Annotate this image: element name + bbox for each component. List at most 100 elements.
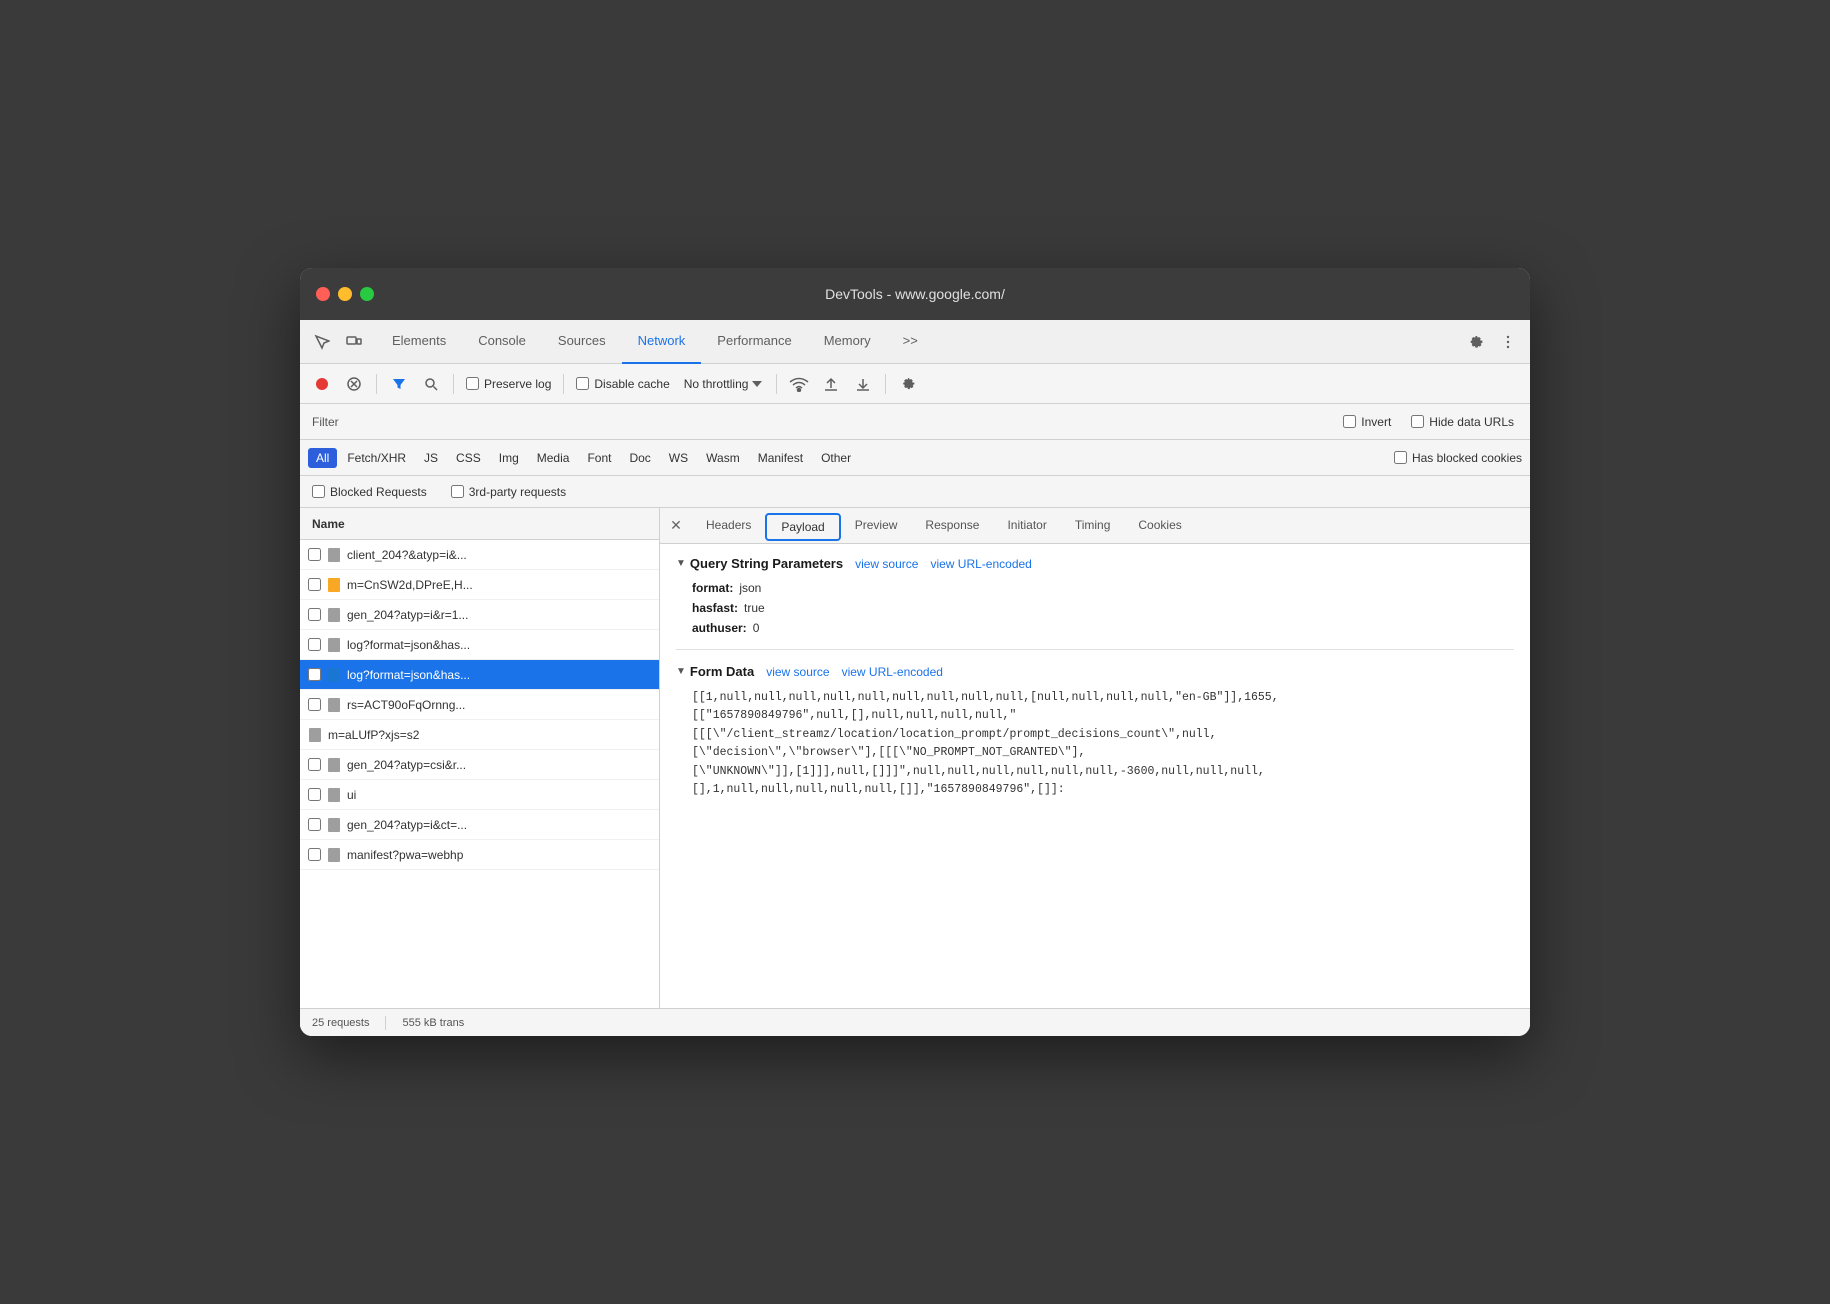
- request-count: 25 requests: [312, 1017, 369, 1029]
- network-item[interactable]: gen_204?atyp=i&r=1...: [300, 600, 659, 630]
- maximize-button[interactable]: [360, 287, 374, 301]
- network-settings-button[interactable]: [894, 370, 922, 398]
- resource-css-button[interactable]: CSS: [448, 448, 489, 468]
- doc-icon: [327, 668, 341, 682]
- status-divider: [385, 1016, 386, 1030]
- resource-doc-button[interactable]: Doc: [621, 448, 658, 468]
- resource-font-button[interactable]: Font: [579, 448, 619, 468]
- tab-payload[interactable]: Payload: [765, 513, 840, 541]
- search-button[interactable]: [417, 370, 445, 398]
- hide-data-urls-checkbox[interactable]: [1411, 415, 1424, 428]
- throttle-select[interactable]: No throttling: [678, 375, 769, 393]
- network-item[interactable]: rs=ACT90oFqOrnng...: [300, 690, 659, 720]
- resource-ws-button[interactable]: WS: [661, 448, 696, 468]
- disable-cache-label[interactable]: Disable cache: [572, 377, 673, 391]
- inspect-element-button[interactable]: [308, 328, 336, 356]
- resource-js-button[interactable]: JS: [416, 448, 446, 468]
- network-item[interactable]: gen_204?atyp=csi&r...: [300, 750, 659, 780]
- network-item[interactable]: ui: [300, 780, 659, 810]
- item-checkbox[interactable]: [308, 548, 321, 561]
- form-data-line: [[1,null,null,null,null,null,null,null,n…: [692, 689, 1514, 707]
- item-checkbox[interactable]: [308, 788, 321, 801]
- devtools-window: DevTools - www.google.com/: [300, 268, 1530, 1036]
- blocked-requests-checkbox[interactable]: [312, 485, 325, 498]
- invert-label[interactable]: Invert: [1339, 415, 1395, 429]
- network-item[interactable]: m=aLUfP?xjs=s2: [300, 720, 659, 750]
- resource-other-button[interactable]: Other: [813, 448, 859, 468]
- item-checkbox[interactable]: [308, 608, 321, 621]
- resource-media-button[interactable]: Media: [529, 448, 578, 468]
- item-checkbox[interactable]: [308, 578, 321, 591]
- close-button[interactable]: [316, 287, 330, 301]
- clear-button[interactable]: [340, 370, 368, 398]
- upload-button[interactable]: [817, 370, 845, 398]
- tab-overflow[interactable]: >>: [887, 320, 934, 364]
- hide-data-urls-label[interactable]: Hide data URLs: [1407, 415, 1518, 429]
- filter-button[interactable]: [385, 370, 413, 398]
- tab-initiator[interactable]: Initiator: [993, 508, 1060, 544]
- detail-tabs: ✕ Headers Payload Preview Response Initi…: [660, 508, 1530, 544]
- tab-network[interactable]: Network: [622, 320, 702, 364]
- settings-button[interactable]: [1462, 328, 1490, 356]
- form-data-view-url-encoded-link[interactable]: view URL-encoded: [842, 665, 943, 679]
- item-checkbox[interactable]: [308, 758, 321, 771]
- item-checkbox[interactable]: [308, 818, 321, 831]
- close-detail-button[interactable]: ✕: [664, 514, 688, 538]
- resource-all-button[interactable]: All: [308, 448, 337, 468]
- preserve-log-label[interactable]: Preserve log: [462, 377, 555, 391]
- tab-response[interactable]: Response: [911, 508, 993, 544]
- item-checkbox[interactable]: [308, 848, 321, 861]
- tab-console[interactable]: Console: [462, 320, 542, 364]
- tab-timing[interactable]: Timing: [1061, 508, 1125, 544]
- toolbar-divider-2: [453, 374, 454, 394]
- resource-fetch-xhr-button[interactable]: Fetch/XHR: [339, 448, 414, 468]
- disable-cache-checkbox[interactable]: [576, 377, 589, 390]
- tab-sources[interactable]: Sources: [542, 320, 622, 364]
- item-checkbox[interactable]: [308, 668, 321, 681]
- has-blocked-cookies-checkbox[interactable]: [1394, 451, 1407, 464]
- tab-memory[interactable]: Memory: [808, 320, 887, 364]
- device-toolbar-button[interactable]: [340, 328, 368, 356]
- network-item[interactable]: m=CnSW2d,DPreE,H...: [300, 570, 659, 600]
- third-party-label[interactable]: 3rd-party requests: [447, 485, 570, 499]
- network-item[interactable]: client_204?&atyp=i&...: [300, 540, 659, 570]
- tab-preview[interactable]: Preview: [841, 508, 912, 544]
- preserve-log-checkbox[interactable]: [466, 377, 479, 390]
- network-item[interactable]: manifest?pwa=webhp: [300, 840, 659, 870]
- filter-options: Invert Hide data URLs: [1339, 415, 1518, 429]
- doc-icon: [327, 848, 341, 862]
- doc-icon: [327, 788, 341, 802]
- download-button[interactable]: [849, 370, 877, 398]
- wifi-settings-button[interactable]: [785, 370, 813, 398]
- status-bar: 25 requests 555 kB trans: [300, 1008, 1530, 1036]
- form-data-line: [\"decision\",\"browser\"],[[[\"NO_PROMP…: [692, 744, 1514, 762]
- view-source-link[interactable]: view source: [855, 557, 918, 571]
- resource-wasm-button[interactable]: Wasm: [698, 448, 748, 468]
- main-content: Name client_204?&atyp=i&... m=CnSW2d,DPr…: [300, 508, 1530, 1008]
- tab-performance[interactable]: Performance: [701, 320, 807, 364]
- network-item[interactable]: gen_204?atyp=i&ct=...: [300, 810, 659, 840]
- tab-headers[interactable]: Headers: [692, 508, 765, 544]
- network-item[interactable]: log?format=json&has...: [300, 630, 659, 660]
- tab-cookies[interactable]: Cookies: [1124, 508, 1195, 544]
- param-format: format: json: [676, 581, 1514, 595]
- collapse-triangle[interactable]: ▼: [676, 558, 686, 569]
- doc-icon: [308, 728, 322, 742]
- resource-img-button[interactable]: Img: [491, 448, 527, 468]
- tab-elements[interactable]: Elements: [376, 320, 462, 364]
- minimize-button[interactable]: [338, 287, 352, 301]
- form-data-view-source-link[interactable]: view source: [766, 665, 829, 679]
- window-title: DevTools - www.google.com/: [825, 286, 1005, 302]
- item-checkbox[interactable]: [308, 638, 321, 651]
- record-button[interactable]: [308, 370, 336, 398]
- resource-manifest-button[interactable]: Manifest: [750, 448, 811, 468]
- more-options-button[interactable]: [1494, 328, 1522, 356]
- blocked-requests-label[interactable]: Blocked Requests: [308, 485, 431, 499]
- item-checkbox[interactable]: [308, 698, 321, 711]
- view-url-encoded-link[interactable]: view URL-encoded: [930, 557, 1031, 571]
- toolbar-divider-5: [885, 374, 886, 394]
- invert-checkbox[interactable]: [1343, 415, 1356, 428]
- third-party-checkbox[interactable]: [451, 485, 464, 498]
- collapse-triangle-2[interactable]: ▼: [676, 666, 686, 677]
- network-item-selected[interactable]: log?format=json&has...: [300, 660, 659, 690]
